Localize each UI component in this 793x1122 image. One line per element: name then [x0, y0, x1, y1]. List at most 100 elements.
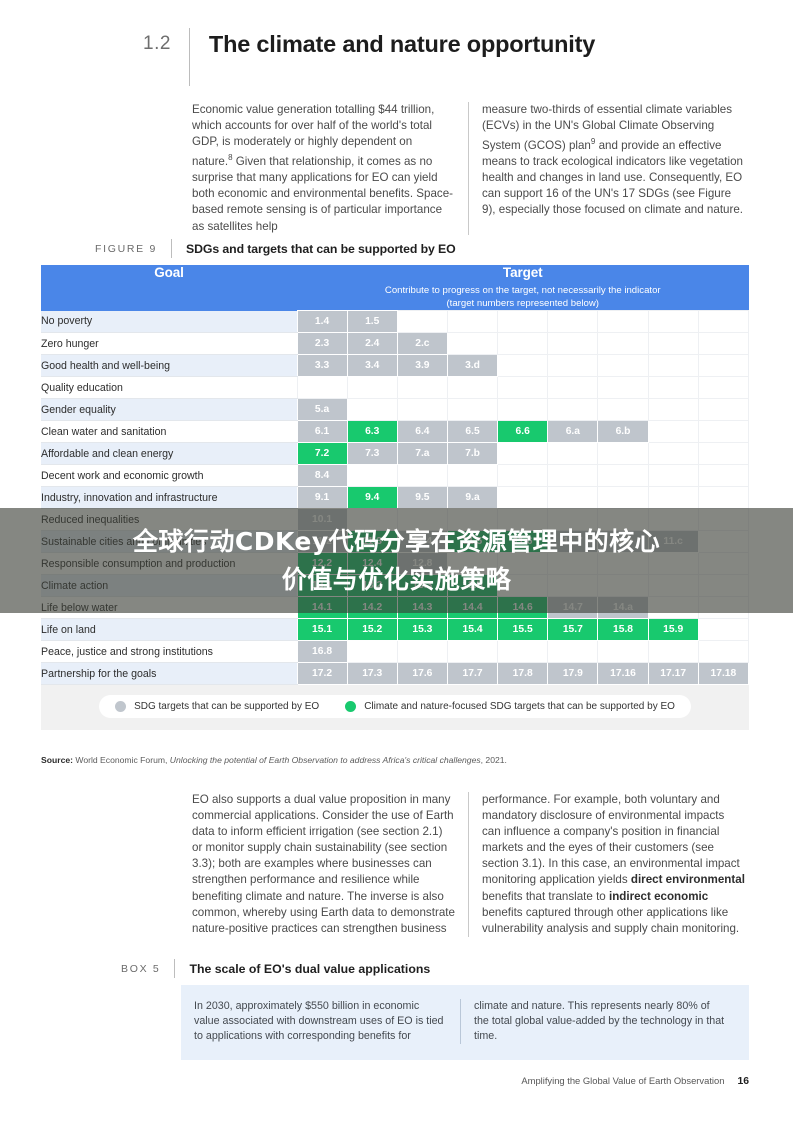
target-cell-empty [697, 618, 750, 642]
target-cell-empty [697, 640, 750, 664]
target-cell-empty [497, 376, 549, 400]
target-cell-empty [497, 332, 549, 356]
target-cell: 14.7 [547, 596, 599, 620]
figure-label: FIGURE 9 [95, 242, 158, 255]
target-cell-empty [597, 640, 649, 664]
goal-cell: Zero hunger [41, 332, 297, 356]
goal-cell: Affordable and clean energy [41, 442, 297, 466]
target-cell: 17.18 [697, 662, 750, 686]
legend-item-green: Climate and nature-focused SDG targets t… [345, 701, 675, 713]
target-cell-empty [547, 442, 599, 466]
target-cell-empty [697, 442, 750, 466]
table-row: Reduced inequalities 10.1 [41, 508, 750, 532]
target-cell-empty [697, 420, 750, 444]
goal-cell: Reduced inequalities [41, 508, 297, 532]
source-year: , 2021. [480, 755, 507, 765]
target-cell: 15.2 [346, 618, 398, 642]
table-row: Climate action 13.1 13.2 13.3 13.b [41, 574, 750, 598]
target-cell: 15.9 [647, 618, 699, 642]
section-number: 1.2 [143, 33, 171, 54]
source-prefix: Source: [41, 755, 73, 765]
goal-cell: Decent work and economic growth [41, 464, 297, 488]
target-cell-empty [497, 640, 549, 664]
target-cell-empty [597, 442, 649, 466]
target-cell-empty [497, 442, 549, 466]
target-cell-empty [697, 464, 750, 488]
legend-label-grey: SDG targets that can be supported by EO [134, 701, 320, 713]
target-cell-empty [597, 552, 649, 576]
target-cell: 3.d [446, 354, 499, 378]
target-cell: 6.b [597, 420, 649, 444]
footer-document-title: Amplifying the Global Value of Earth Obs… [521, 1075, 725, 1086]
target-cell: 16.8 [296, 640, 348, 664]
target-header-sub-2: (target numbers represented below) [446, 297, 599, 309]
target-cell-empty [647, 486, 699, 510]
table-row: No poverty 1.4 1.5 [41, 310, 750, 334]
box-body: In 2030, approximately $550 billion in e… [181, 985, 749, 1060]
target-cell-empty [647, 420, 699, 444]
page-title: The climate and nature opportunity [208, 31, 596, 57]
target-cell: 17.17 [647, 662, 699, 686]
body-bottom-right-column: performance. For example, both voluntary… [482, 792, 745, 937]
target-cell-empty [497, 310, 549, 334]
table-row: Zero hunger 2.3 2.4 2.c [41, 332, 750, 356]
body-text-top: Economic value generation totalling $44 … [192, 102, 745, 235]
body-top-left-text-cont: Given that relationship, it comes as no … [192, 155, 454, 233]
target-header-label: Target [502, 265, 543, 280]
sdg-targets-table: Goal Target Contribute to progress on th… [41, 265, 750, 686]
target-cell-empty [497, 486, 549, 510]
legend-container: SDG targets that can be supported by EO … [41, 685, 749, 731]
column-divider-top [468, 102, 469, 235]
source-org: World Economic Forum, [73, 755, 170, 765]
document-page: 1.2 The climate and nature opportunity E… [0, 0, 793, 1122]
target-cell: 1.5 [346, 310, 398, 334]
target-cell-empty [697, 354, 750, 378]
target-cell-empty [497, 508, 549, 532]
target-cell-empty [697, 310, 750, 334]
target-cell: 6.4 [396, 420, 448, 444]
table-head: Goal Target Contribute to progress on th… [41, 265, 749, 311]
target-cell-empty [396, 640, 448, 664]
target-cell: 15.5 [497, 618, 549, 642]
target-cell-empty [497, 398, 549, 422]
target-cell-empty [346, 640, 398, 664]
target-cell-empty [446, 310, 499, 334]
box-left-column: In 2030, approximately $550 billion in e… [194, 1000, 444, 1042]
target-cell-empty [446, 376, 499, 400]
target-cell: 2.3 [296, 332, 348, 356]
target-cell-empty [497, 552, 549, 576]
footer-page-number: 16 [737, 1076, 749, 1087]
table-row: Peace, justice and strong institutions 16… [41, 640, 750, 664]
target-cell: 7.2 [296, 442, 348, 466]
target-cell: 14.2 [346, 596, 398, 620]
goal-cell: Partnership for the goals [41, 662, 297, 686]
target-cell: 17.6 [396, 662, 448, 686]
target-cell: 17.8 [497, 662, 549, 686]
box-column-divider [460, 999, 461, 1044]
target-cell-empty [446, 464, 499, 488]
target-cell: 13.b [446, 574, 499, 598]
target-cell-empty [697, 552, 750, 576]
goal-cell: Gender equality [41, 398, 297, 422]
target-cell-empty [647, 508, 699, 532]
figure-title: SDGs and targets that can be supported b… [186, 241, 456, 256]
target-cell: 17.3 [346, 662, 398, 686]
target-cell: 9.1 [296, 486, 348, 510]
target-cell-empty [547, 332, 599, 356]
target-cell-empty [647, 354, 699, 378]
target-cell-empty [647, 596, 699, 620]
table-body: No poverty 1.4 1.5 Zero hunger 2.3 2.4 2.c Good… [41, 310, 750, 686]
target-cell: 11.6 [497, 530, 549, 554]
target-cell: 17.7 [446, 662, 499, 686]
table-row: Sustainable cities and communities 11.2 11… [41, 530, 750, 554]
column-divider-bottom [468, 792, 469, 937]
target-cell-empty [597, 398, 649, 422]
target-cell: 5.a [296, 398, 348, 422]
target-cell-empty [647, 552, 699, 576]
target-cell-empty [697, 508, 750, 532]
table-row: Gender equality 5.a [41, 398, 750, 422]
body-text-bottom: EO also supports a dual value propositio… [192, 792, 745, 937]
target-cell: 3.3 [296, 354, 348, 378]
target-cell-empty [547, 376, 599, 400]
target-cell-empty [547, 398, 599, 422]
